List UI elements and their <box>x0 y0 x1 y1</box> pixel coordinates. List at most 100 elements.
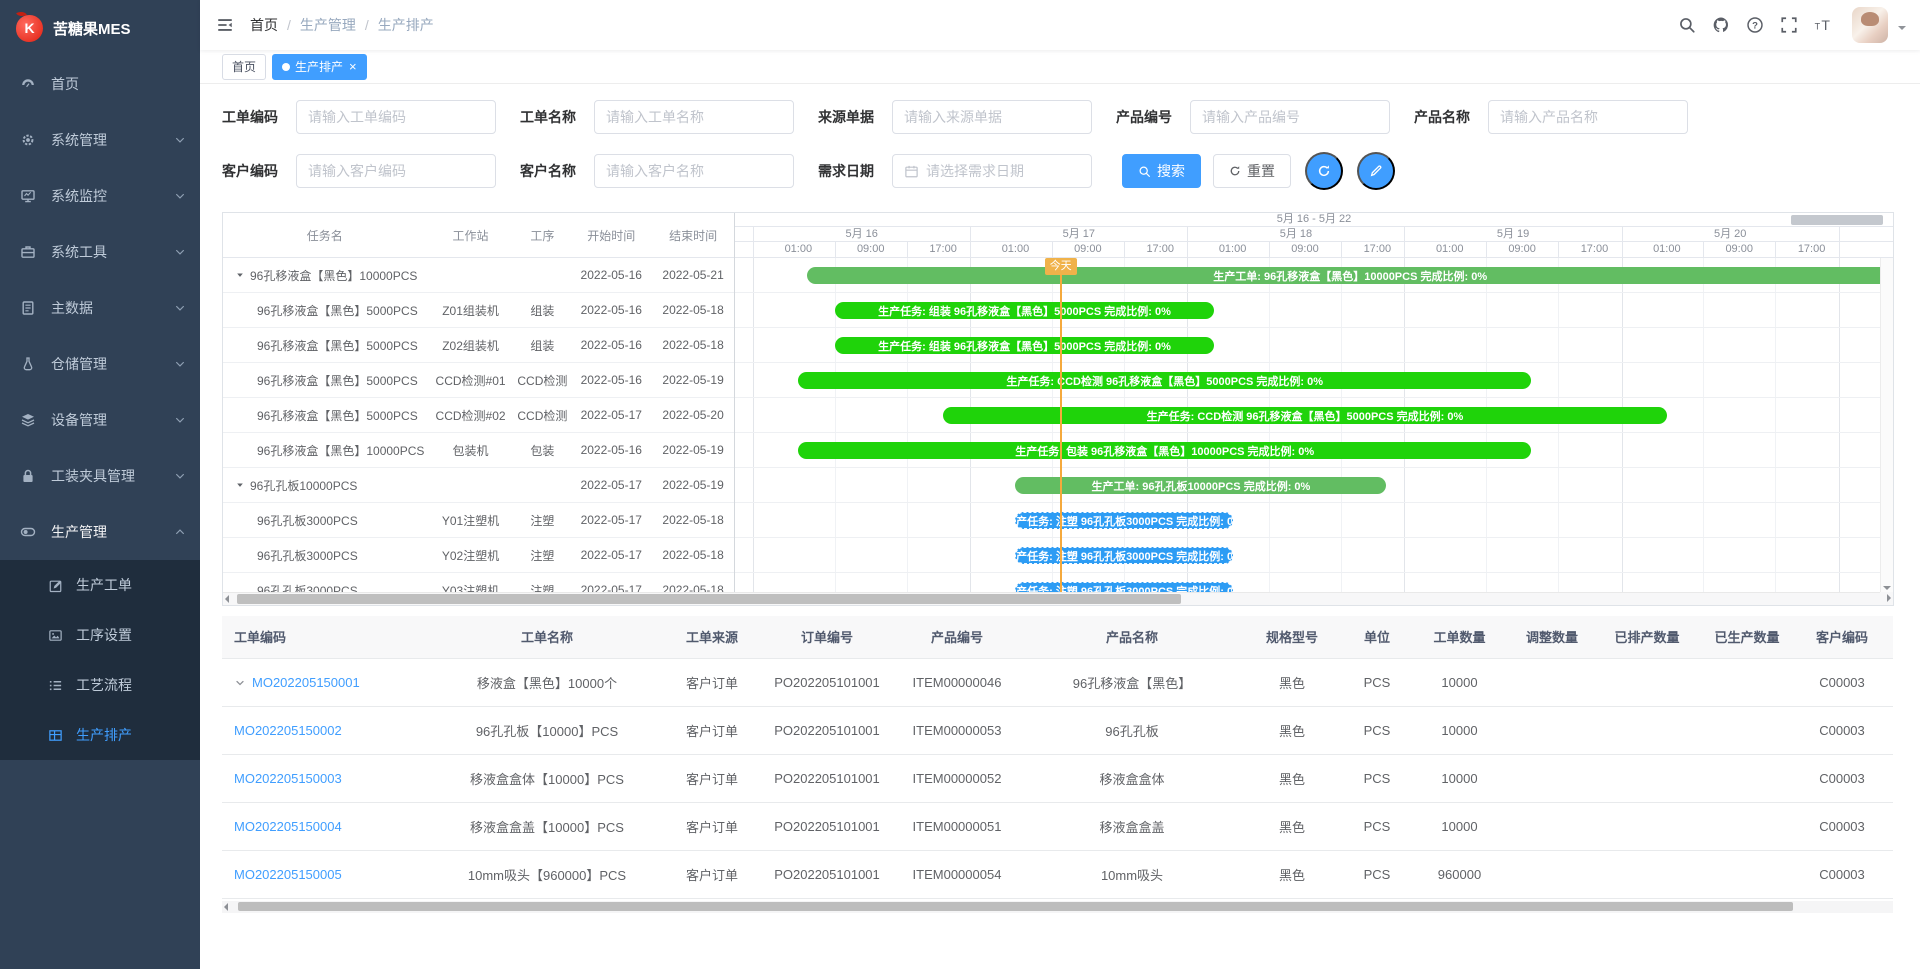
breadcrumb-item[interactable]: 首页 <box>250 15 278 35</box>
gantt-task-name: 96孔移液盒【黑色】5000PCS <box>223 337 427 354</box>
gantt-task-start: 2022-05-17 <box>570 478 652 492</box>
order-link[interactable]: MO202205150003 <box>234 771 342 786</box>
filter-input[interactable]: 请输入产品名称 <box>1488 100 1688 134</box>
search-button[interactable]: 搜索 <box>1122 154 1201 188</box>
sidebar-item[interactable]: 工装夹具管理 <box>0 448 200 504</box>
filter-input[interactable]: 请选择需求日期 <box>892 154 1092 188</box>
sidebar-subitem[interactable]: 生产工单 <box>0 560 200 610</box>
gantt-bar[interactable]: 生产任务: CCD检测 96孔移液盒【黑色】5000PCS 完成比例: 0% <box>943 407 1667 424</box>
table-row[interactable]: MO20220515000510mm吸头【960000】PCS客户订单PO202… <box>222 850 1893 898</box>
gantt-task-row[interactable]: 96孔孔板3000PCSY02注塑机注塑2022-05-172022-05-18 <box>223 538 734 573</box>
sidebar-item[interactable]: 首页 <box>0 56 200 112</box>
gantt-bar[interactable]: 生产工单: 96孔移液盒【黑色】10000PCS 完成比例: 0% <box>807 267 1893 284</box>
orders-cell-po: PO202205101001 <box>762 754 892 802</box>
gantt-task-row[interactable]: 96孔移液盒【黑色】10000PCS2022-05-162022-05-21 <box>223 258 734 293</box>
gantt-bar-row: 生产任务: 包装 96孔移液盒【黑色】10000PCS 完成比例: 0% <box>735 433 1893 468</box>
filter-input[interactable]: 请输入客户名称 <box>594 154 794 188</box>
expand-row-icon[interactable] <box>234 677 246 689</box>
timeline-scrollbar-thumb[interactable] <box>1791 215 1883 225</box>
sidebar-item[interactable]: 主数据 <box>0 280 200 336</box>
scroll-down-icon[interactable] <box>1883 586 1891 590</box>
gantt-horizontal-scrollbar[interactable] <box>223 592 1880 605</box>
hamburger-icon[interactable] <box>216 16 234 34</box>
breadcrumb-item[interactable]: 生产排产 <box>378 15 434 35</box>
timeline-hour-label: 09:00 <box>857 242 885 257</box>
gantt-task-process: 组装 <box>514 302 570 319</box>
gantt-bar[interactable]: 生产任务: 注塑 96孔孔板3000PCS 完成比例: 0% <box>1015 512 1232 529</box>
scroll-left-icon[interactable] <box>225 595 229 603</box>
orders-hscroll-thumb[interactable] <box>238 902 1793 911</box>
refresh-button[interactable] <box>1305 152 1343 190</box>
orders-horizontal-scrollbar[interactable] <box>222 901 1893 913</box>
filter-input[interactable]: 请输入来源单据 <box>892 100 1092 134</box>
timeline-separator <box>907 242 908 257</box>
orders-cell-customer_name: 张伟 <box>1887 706 1893 754</box>
sidebar-item-label: 系统监控 <box>51 186 174 206</box>
search-icon[interactable] <box>1670 8 1704 42</box>
gantt-task-name: 96孔孔板10000PCS <box>223 477 427 494</box>
gantt-task-row[interactable]: 96孔孔板3000PCSY01注塑机注塑2022-05-172022-05-18 <box>223 503 734 538</box>
caret-down-icon[interactable] <box>235 480 245 490</box>
sidebar-subitem[interactable]: 生产排产 <box>0 710 200 760</box>
gantt-vertical-scrollbar[interactable] <box>1880 258 1893 592</box>
gantt-hscroll-thumb[interactable] <box>237 594 1181 604</box>
gantt-bar[interactable]: 生产任务: 组装 96孔移液盒【黑色】5000PCS 完成比例: 0% <box>835 337 1215 354</box>
filter-input[interactable]: 请输入客户编码 <box>296 154 496 188</box>
close-icon[interactable]: × <box>349 60 357 73</box>
edit-button[interactable] <box>1357 152 1395 190</box>
navbar: 首页/生产管理/生产排产 ?TT <box>200 0 1920 50</box>
gantt-bar[interactable]: 生产任务: 组装 96孔移液盒【黑色】5000PCS 完成比例: 0% <box>835 302 1215 319</box>
gantt-task-row[interactable]: 96孔移液盒【黑色】5000PCSCCD检测#02CCD检测2022-05-17… <box>223 398 734 433</box>
fullscreen-icon[interactable] <box>1772 8 1806 42</box>
order-link[interactable]: MO202205150004 <box>234 819 342 834</box>
orders-table-element: 工单编码工单名称工单来源订单编号产品编号产品名称规格型号单位工单数量调整数量已排… <box>222 616 1893 899</box>
timeline-hour-label: 01:00 <box>1436 242 1464 257</box>
gantt-task-row[interactable]: 96孔移液盒【黑色】10000PCS包装机包装2022-05-162022-05… <box>223 433 734 468</box>
reset-button[interactable]: 重置 <box>1213 154 1291 188</box>
sidebar-item[interactable]: 仓储管理 <box>0 336 200 392</box>
filter-input[interactable]: 请输入工单编码 <box>296 100 496 134</box>
tab[interactable]: 首页 <box>222 54 266 80</box>
sidebar-subitem[interactable]: 工序设置 <box>0 610 200 660</box>
app-logo[interactable]: K 苦糖果MES <box>0 0 200 56</box>
caret-down-icon[interactable] <box>235 270 245 280</box>
help-icon[interactable]: ? <box>1738 8 1772 42</box>
breadcrumb-item[interactable]: 生产管理 <box>300 15 356 35</box>
sidebar-item[interactable]: 设备管理 <box>0 392 200 448</box>
gantt-column-header: 任务名 <box>223 227 427 244</box>
scroll-right-icon[interactable] <box>1887 594 1891 602</box>
gantt-task-row[interactable]: 96孔移液盒【黑色】5000PCSZ02组装机组装2022-05-162022-… <box>223 328 734 363</box>
tab[interactable]: 生产排产× <box>272 54 367 80</box>
sidebar-item[interactable]: 系统管理 <box>0 112 200 168</box>
sidebar-subitem[interactable]: 工艺流程 <box>0 660 200 710</box>
gantt-bar[interactable]: 生产任务: CCD检测 96孔移液盒【黑色】5000PCS 完成比例: 0% <box>798 372 1531 389</box>
gantt-bar[interactable]: 生产任务: 注塑 96孔孔板3000PCS 完成比例: 0% <box>1015 547 1232 564</box>
filter-input[interactable]: 请输入工单名称 <box>594 100 794 134</box>
filter-input-placeholder: 请输入客户名称 <box>606 161 704 181</box>
table-row[interactable]: MO20220515000296孔孔板【10000】PCS客户订单PO20220… <box>222 706 1893 754</box>
gantt-task-row[interactable]: 96孔移液盒【黑色】5000PCSZ01组装机组装2022-05-162022-… <box>223 293 734 328</box>
scroll-left-icon[interactable] <box>224 903 228 911</box>
avatar[interactable] <box>1852 7 1888 43</box>
dashboard-icon <box>20 76 37 92</box>
sidebar-item[interactable]: 系统工具 <box>0 224 200 280</box>
table-row[interactable]: MO202205150001移液盒【黑色】10000个客户订单PO2022051… <box>222 658 1893 706</box>
gantt-task-row[interactable]: 96孔移液盒【黑色】5000PCSCCD检测#01CCD检测2022-05-16… <box>223 363 734 398</box>
order-link[interactable]: MO202205150001 <box>252 675 360 690</box>
table-row[interactable]: MO202205150003移液盒盒体【10000】PCS客户订单PO20220… <box>222 754 1893 802</box>
gantt-bar[interactable]: 生产工单: 96孔孔板10000PCS 完成比例: 0% <box>1015 477 1386 494</box>
filter-input[interactable]: 请输入产品编号 <box>1190 100 1390 134</box>
sidebar-item[interactable]: 生产管理 <box>0 504 200 560</box>
gantt-column-header: 工序 <box>514 227 570 244</box>
caret-down-icon[interactable] <box>1898 26 1906 34</box>
sidebar-item[interactable]: 系统监控 <box>0 168 200 224</box>
gantt-task-process: 注塑 <box>514 547 570 564</box>
order-link[interactable]: MO202205150002 <box>234 723 342 738</box>
font-size-icon[interactable]: TT <box>1806 8 1840 42</box>
github-icon[interactable] <box>1704 8 1738 42</box>
gantt-bar[interactable]: 生产任务: 包装 96孔移液盒【黑色】10000PCS 完成比例: 0% <box>798 442 1531 459</box>
filter-row-2: 客户编码请输入客户编码客户名称请输入客户名称需求日期请选择需求日期搜索重置 <box>222 152 1894 190</box>
table-row[interactable]: MO202205150004移液盒盒盖【10000】PCS客户订单PO20220… <box>222 802 1893 850</box>
order-link[interactable]: MO202205150005 <box>234 867 342 882</box>
gantt-task-row[interactable]: 96孔孔板10000PCS2022-05-172022-05-19 <box>223 468 734 503</box>
